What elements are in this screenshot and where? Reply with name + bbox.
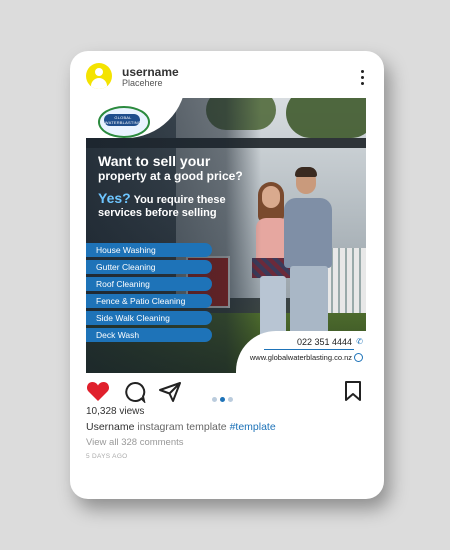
service-item: Deck Wash xyxy=(86,328,212,342)
post-location: Placehere xyxy=(122,78,163,88)
avatar-body-shape xyxy=(91,78,107,89)
yes-label: Yes? xyxy=(98,190,131,206)
picket-fence xyxy=(326,248,366,318)
ad-subline: Yes? You require these services before s… xyxy=(98,190,268,220)
services-list: House Washing Gutter Cleaning Roof Clean… xyxy=(86,243,212,345)
bookmark-icon[interactable] xyxy=(344,380,362,402)
post-caption: Username instagram template #template xyxy=(86,421,276,433)
company-logo: GLOBAL WATERBLASTING xyxy=(98,106,150,138)
service-item: Fence & Patio Cleaning xyxy=(86,294,212,308)
service-item: House Washing xyxy=(86,243,212,257)
send-icon[interactable] xyxy=(158,381,182,403)
contact-box: 022 351 4444 ✆ www.globalwaterblasting.c… xyxy=(236,331,366,373)
caption-text: instagram template xyxy=(137,421,227,433)
website-url: www.globalwaterblasting.co.nz xyxy=(249,353,352,362)
service-item: Gutter Cleaning xyxy=(86,260,212,274)
logo-text: GLOBAL WATERBLASTING xyxy=(104,115,142,125)
caption-username[interactable]: Username xyxy=(86,421,134,433)
headline-line-2: property at a good price? xyxy=(98,169,243,183)
carousel-dot[interactable] xyxy=(228,397,233,402)
carousel-dot[interactable] xyxy=(212,397,217,402)
avatar-head-shape xyxy=(95,68,103,76)
view-count: 10,328 views xyxy=(86,406,145,417)
post-username[interactable]: username xyxy=(122,65,179,79)
comment-icon[interactable] xyxy=(124,381,146,403)
phone-icon: ✆ xyxy=(356,337,363,346)
globe-icon xyxy=(354,353,363,362)
carousel-indicator xyxy=(212,389,236,407)
headline-line-1: Want to sell your xyxy=(98,153,211,169)
ad-headline: Want to sell your property at a good pri… xyxy=(98,154,268,184)
more-icon[interactable] xyxy=(360,70,366,86)
service-item: Side Walk Cleaning xyxy=(86,311,212,325)
view-all-comments-link[interactable]: View all 328 comments xyxy=(86,437,184,448)
action-bar xyxy=(86,380,366,404)
instagram-post-card: username Placehere GLOBAL WATERBLASTING … xyxy=(70,51,384,499)
phone-number: 022 351 4444 xyxy=(296,337,352,347)
divider xyxy=(264,349,354,350)
heart-icon[interactable] xyxy=(86,380,110,402)
post-timestamp: 5 DAYS AGO xyxy=(86,453,128,460)
man-shirt xyxy=(284,198,332,268)
avatar[interactable] xyxy=(86,63,112,89)
tree-foliage xyxy=(286,98,366,138)
man-hair xyxy=(295,167,317,177)
caption-hashtag[interactable]: #template xyxy=(230,421,276,433)
service-item: Roof Cleaning xyxy=(86,277,212,291)
carousel-dot-active[interactable] xyxy=(220,397,225,402)
post-image[interactable]: GLOBAL WATERBLASTING Want to sell your p… xyxy=(86,98,366,373)
